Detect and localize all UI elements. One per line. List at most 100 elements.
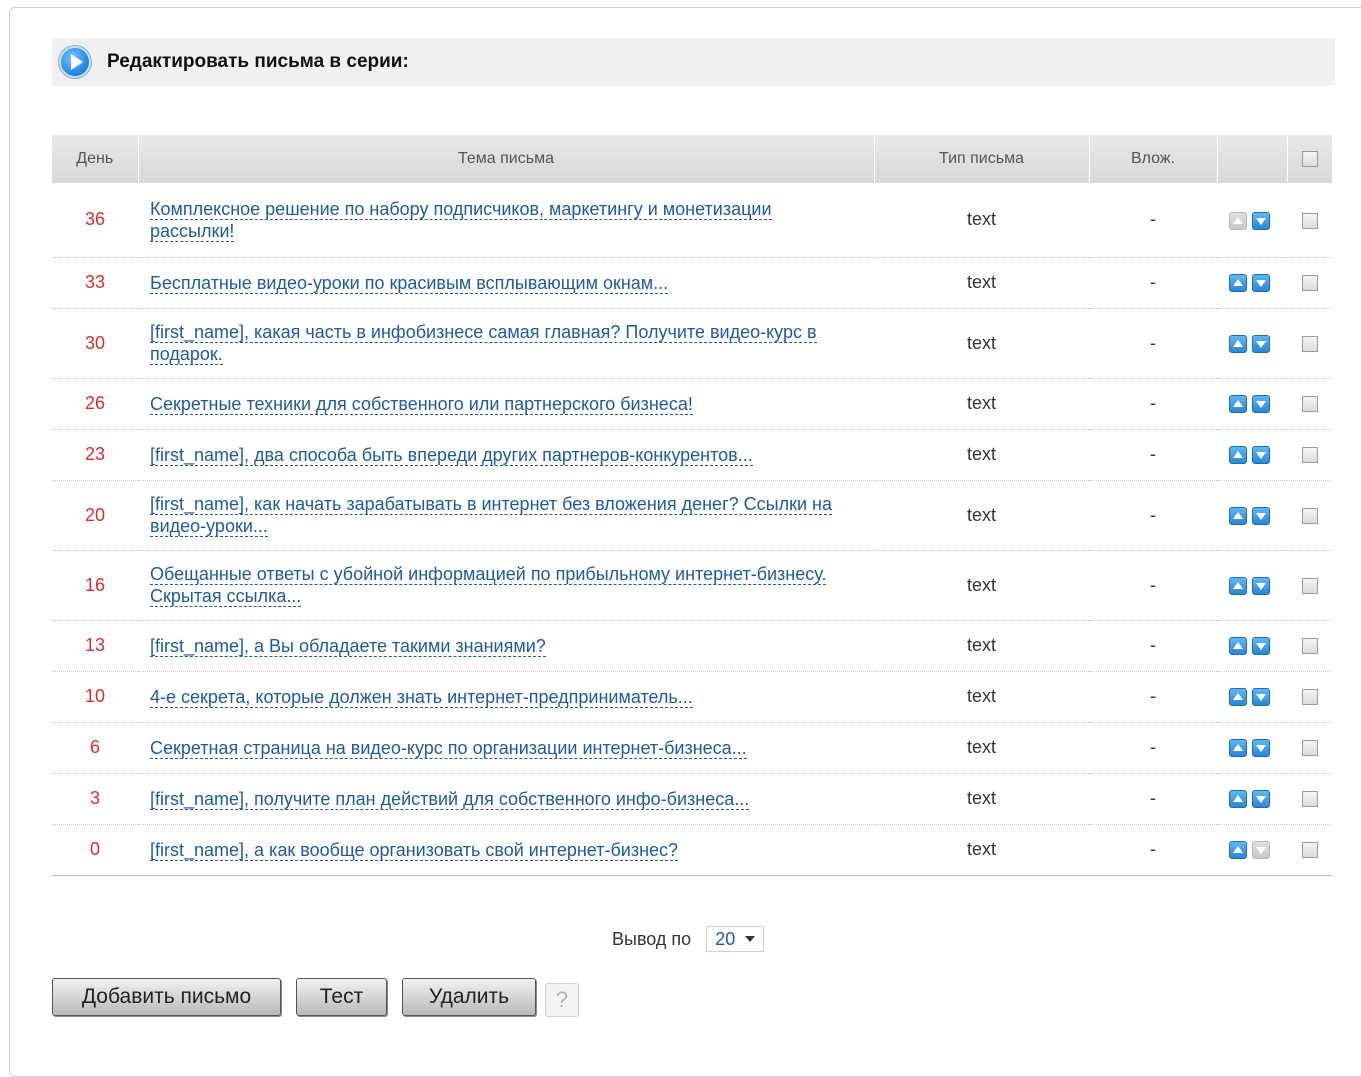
subject-link[interactable]: [first_name], как начать зарабатывать в … [150,494,832,537]
row-order-controls [1217,550,1287,621]
row-order-controls [1217,480,1287,551]
row-order-controls [1217,773,1287,825]
row-checkbox[interactable] [1301,577,1318,594]
subject-link[interactable]: [first_name], какая часть в инфобизнесе … [150,322,817,365]
row-day: 3 [52,773,138,825]
column-header-attach[interactable]: Влож. [1089,135,1218,183]
move-up-icon[interactable] [1229,841,1247,860]
row-checkbox[interactable] [1301,335,1318,352]
move-up-icon[interactable] [1229,506,1247,525]
row-subject: Секретные техники для собственного или п… [138,378,874,430]
row-checkbox[interactable] [1301,447,1318,464]
row-order-controls [1217,257,1287,309]
move-down-icon[interactable] [1252,688,1270,707]
move-up-icon[interactable] [1229,637,1247,656]
move-down-icon[interactable] [1252,274,1270,293]
row-attachments: - [1089,378,1217,430]
column-header-type[interactable]: Тип письма [874,135,1090,183]
row-day: 0 [52,824,138,876]
row-select [1287,378,1332,430]
delete-button[interactable]: Удалить [402,978,536,1016]
row-checkbox[interactable] [1301,212,1318,229]
move-down-icon[interactable] [1252,211,1270,230]
row-checkbox[interactable] [1301,842,1318,859]
row-order-controls [1217,722,1287,774]
row-checkbox[interactable] [1301,507,1318,524]
move-up-icon[interactable] [1229,576,1247,595]
move-down-icon[interactable] [1252,395,1270,414]
subject-link[interactable]: [first_name], два способа быть впереди д… [150,444,753,466]
row-checkbox[interactable] [1301,396,1318,413]
subject-link[interactable]: [first_name], а как вообще организовать … [150,839,679,861]
move-down-icon[interactable] [1252,739,1270,758]
row-day: 36 [52,183,138,258]
move-up-icon[interactable] [1229,790,1247,809]
section-title: Редактировать письма в серии: [107,51,409,72]
subject-link[interactable]: Обещанные ответы с убойной информацией п… [150,564,827,607]
subject-link[interactable]: 4-е секрета, которые должен знать интерн… [150,686,693,708]
row-select [1287,722,1332,774]
subject-link[interactable]: Секретная страница на видео-курс по орга… [150,737,747,759]
select-all-checkbox[interactable] [1301,150,1318,167]
row-select [1287,620,1332,672]
table-row: 23 [first_name], два способа быть впереди… [52,429,1332,481]
row-day: 23 [52,429,138,481]
test-button[interactable]: Тест [296,978,387,1016]
row-attachments: - [1089,550,1217,621]
row-checkbox[interactable] [1301,740,1318,757]
row-attachments: - [1089,308,1217,379]
subject-link[interactable]: Секретные техники для собственного или п… [150,393,693,415]
move-up-icon[interactable] [1229,395,1247,414]
row-type: text [874,722,1089,774]
row-type: text [874,378,1089,430]
move-down-icon[interactable] [1252,790,1270,809]
subject-link[interactable]: Комплексное решение по набору подписчико… [150,198,772,242]
move-down-icon[interactable] [1252,446,1270,465]
table-row: 20 [first_name], как начать зарабатывать … [52,480,1332,551]
move-down-icon[interactable] [1252,334,1270,353]
column-header-select [1287,135,1332,183]
row-order-controls [1217,308,1287,379]
move-up-icon[interactable] [1229,688,1247,707]
row-attachments: - [1089,671,1217,723]
add-letter-button[interactable]: Добавить письмо [52,978,281,1016]
row-select [1287,429,1332,481]
row-attachments: - [1089,257,1217,309]
column-header-order [1217,135,1288,183]
row-attachments: - [1089,480,1217,551]
subject-link[interactable]: [first_name], а Вы обладаете такими знан… [150,635,546,657]
subject-link[interactable]: Бесплатные видео-уроки по красивым всплы… [150,272,669,294]
chevron-down-icon [745,936,756,942]
row-select [1287,183,1332,258]
help-button[interactable]: ? [545,983,579,1017]
subject-link[interactable]: [first_name], получите план действий для… [150,788,750,810]
table-row: 3 [first_name], получите план действий дл… [52,773,1332,825]
move-up-icon[interactable] [1229,334,1247,353]
table-row: 36 Комплексное решение по набору подписчи… [52,183,1332,258]
row-select [1287,773,1332,825]
row-checkbox[interactable] [1301,791,1318,808]
column-header-subject[interactable]: Тема письма [138,135,875,183]
row-checkbox[interactable] [1301,275,1318,292]
row-type: text [874,671,1089,723]
move-up-icon[interactable] [1229,446,1247,465]
row-select [1287,480,1332,551]
move-up-icon[interactable] [1229,739,1247,758]
letters-table: День Тема письма Тип письма Влож. 36 Комп… [52,135,1332,876]
row-select [1287,671,1332,723]
move-up-icon[interactable] [1229,274,1247,293]
per-page-label: Вывод по [612,928,692,949]
move-down-icon[interactable] [1252,637,1270,656]
row-type: text [874,773,1089,825]
per-page-select[interactable]: 20 [706,926,765,952]
row-checkbox[interactable] [1301,689,1318,706]
row-checkbox[interactable] [1301,638,1318,655]
row-day: 13 [52,620,138,672]
move-down-icon[interactable] [1252,576,1270,595]
row-day: 26 [52,378,138,430]
row-attachments: - [1089,429,1217,481]
section-header: Редактировать письма в серии: [52,38,1335,86]
column-header-day[interactable]: День [52,135,139,183]
row-attachments: - [1089,183,1217,258]
move-down-icon[interactable] [1252,506,1270,525]
